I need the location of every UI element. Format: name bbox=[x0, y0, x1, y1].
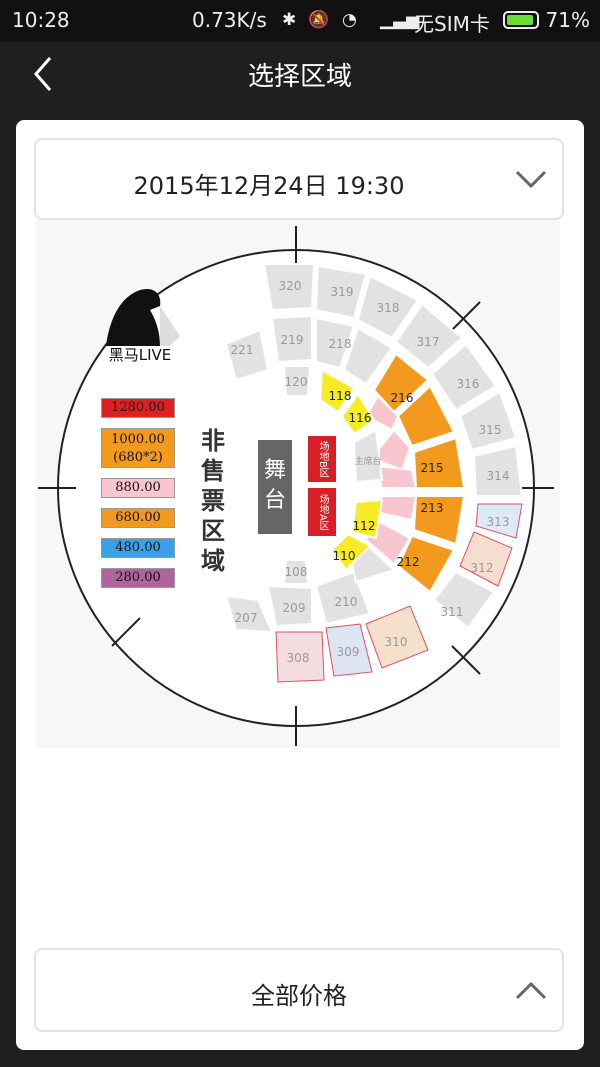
section-313[interactable]: 313 bbox=[487, 515, 510, 529]
content-card: 2015年12月24日 19:30 320 319 318 317 316 31… bbox=[16, 120, 584, 1050]
section-216[interactable]: 216 bbox=[391, 391, 414, 405]
section-312[interactable]: 312 bbox=[471, 561, 494, 575]
mute-icon: 🔕 bbox=[308, 10, 330, 30]
battery-icon bbox=[503, 11, 539, 29]
section-118[interactable]: 118 bbox=[329, 389, 352, 403]
legend-1280[interactable]: 1280.00 bbox=[101, 398, 175, 418]
section-319[interactable]: 319 bbox=[331, 285, 354, 299]
section-317[interactable]: 317 bbox=[417, 335, 440, 349]
sim-status: 无SIM卡 bbox=[414, 12, 490, 36]
section-318[interactable]: 318 bbox=[377, 301, 400, 315]
pitch-zone-b[interactable]: 场地B区 bbox=[308, 436, 336, 482]
seat-map[interactable]: 320 319 318 317 316 315 314 313 312 311 … bbox=[36, 220, 560, 748]
status-bar: 10:28 0.73K/s ✱ 🔕 ◔ ▁▃▅ 无SIM卡 71% bbox=[0, 0, 600, 42]
date-selector[interactable]: 2015年12月24日 19:30 bbox=[34, 138, 564, 220]
price-filter[interactable]: 全部价格 bbox=[34, 948, 564, 1032]
section-218[interactable]: 218 bbox=[329, 337, 352, 351]
bluetooth-icon: ✱ bbox=[282, 10, 297, 30]
section-311[interactable]: 311 bbox=[441, 605, 464, 619]
section-314[interactable]: 314 bbox=[487, 469, 510, 483]
section-209[interactable]: 209 bbox=[283, 601, 306, 615]
pitch-zone-a[interactable]: 场地A区 bbox=[308, 488, 336, 536]
battery-percent: 71% bbox=[545, 8, 590, 32]
date-label: 2015年12月24日 19:30 bbox=[133, 172, 405, 200]
section-215[interactable]: 215 bbox=[421, 461, 444, 475]
chevron-down-icon bbox=[515, 170, 547, 189]
section-120[interactable]: 120 bbox=[285, 375, 308, 389]
page-title: 选择区域 bbox=[247, 62, 352, 92]
section-210[interactable]: 210 bbox=[335, 595, 358, 609]
section-212[interactable]: 212 bbox=[397, 555, 420, 569]
section-315[interactable]: 315 bbox=[479, 423, 502, 437]
section-207[interactable]: 207 bbox=[235, 611, 258, 625]
section-221[interactable]: 221 bbox=[231, 343, 254, 357]
section-213[interactable]: 213 bbox=[421, 501, 444, 515]
section-116[interactable]: 116 bbox=[349, 411, 372, 425]
section-310[interactable]: 310 bbox=[385, 635, 408, 649]
brand-label: 黑马LIVE bbox=[108, 346, 172, 364]
chevron-up-icon bbox=[515, 981, 547, 1000]
status-time: 10:28 bbox=[12, 8, 70, 32]
section-112[interactable]: 112 bbox=[353, 519, 376, 533]
network-speed: 0.73K/s bbox=[192, 8, 267, 32]
section-219[interactable]: 219 bbox=[281, 333, 304, 347]
stage: 舞 台 bbox=[258, 440, 292, 534]
nav-bar: 选择区域 bbox=[0, 42, 600, 104]
legend-480[interactable]: 480.00 bbox=[101, 538, 175, 558]
section-316[interactable]: 316 bbox=[457, 377, 480, 391]
section-110[interactable]: 110 bbox=[333, 549, 356, 563]
price-filter-label: 全部价格 bbox=[251, 982, 347, 1010]
wifi-icon: ◔ bbox=[342, 10, 357, 30]
section-308[interactable]: 308 bbox=[287, 651, 310, 665]
legend-280[interactable]: 280.00 bbox=[101, 568, 175, 588]
section-108[interactable]: 108 bbox=[285, 565, 308, 579]
legend-880[interactable]: 880.00 bbox=[101, 478, 175, 498]
section-309[interactable]: 309 bbox=[337, 645, 360, 659]
non-sale-area-label: 非 售 票 区 域 bbox=[201, 426, 225, 575]
section-320[interactable]: 320 bbox=[279, 279, 302, 293]
legend-1000[interactable]: 1000.00 (680*2) bbox=[101, 428, 175, 468]
legend-680[interactable]: 680.00 bbox=[101, 508, 175, 528]
section-114[interactable]: 主席台 bbox=[354, 455, 381, 467]
